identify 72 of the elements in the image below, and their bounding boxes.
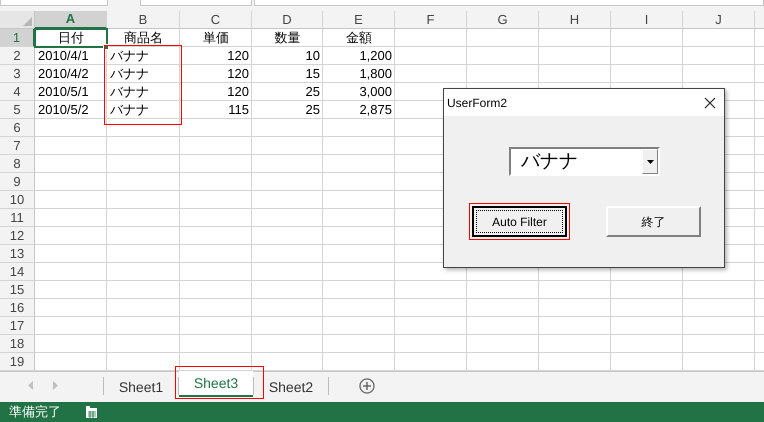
row-header[interactable]: 4 bbox=[0, 83, 35, 101]
table-cell[interactable]: 商品名 bbox=[107, 29, 180, 47]
column-header[interactable]: C bbox=[180, 11, 252, 29]
dialog-button[interactable]: 終了 bbox=[606, 206, 701, 237]
combo-box[interactable]: バナナ bbox=[509, 147, 660, 176]
table-cell[interactable]: バナナ bbox=[107, 101, 180, 119]
table-cell[interactable]: 120 bbox=[180, 65, 252, 83]
add-sheet-icon[interactable] bbox=[359, 378, 375, 394]
table-cell[interactable]: 120 bbox=[180, 83, 252, 101]
table-cell[interactable]: 15 bbox=[252, 65, 323, 83]
table-cell[interactable]: 1,800 bbox=[323, 65, 395, 83]
column-header[interactable]: H bbox=[539, 11, 611, 29]
status-text: 準備完了 bbox=[9, 403, 61, 422]
row-header[interactable]: 7 bbox=[0, 137, 35, 155]
window-title: UserForm2 bbox=[447, 94, 508, 112]
table-cell[interactable]: 1,200 bbox=[323, 47, 395, 65]
dropdown-arrow-icon[interactable] bbox=[646, 160, 654, 164]
table-cell[interactable]: 金額 bbox=[323, 29, 395, 47]
close-icon[interactable] bbox=[704, 96, 716, 108]
table-cell[interactable]: 2010/5/1 bbox=[35, 83, 107, 101]
row-header[interactable]: 18 bbox=[0, 335, 35, 353]
column-header[interactable]: B bbox=[107, 11, 180, 29]
row-header[interactable]: 11 bbox=[0, 209, 35, 227]
table-cell[interactable]: 2010/4/1 bbox=[35, 47, 107, 65]
dialog-button[interactable]: Auto Filter bbox=[472, 206, 567, 237]
table-cell[interactable]: 単価 bbox=[180, 29, 252, 47]
row-header[interactable]: 17 bbox=[0, 317, 35, 335]
table-cell[interactable]: 2010/5/2 bbox=[35, 101, 107, 119]
column-header[interactable]: J bbox=[683, 11, 755, 29]
table-cell[interactable]: バナナ bbox=[107, 65, 180, 83]
scroll-left-icon[interactable] bbox=[28, 381, 34, 390]
table-cell[interactable]: 25 bbox=[252, 83, 323, 101]
table-cell[interactable]: 日付 bbox=[35, 29, 107, 47]
row-header[interactable]: 16 bbox=[0, 299, 35, 317]
column-header[interactable]: I bbox=[611, 11, 683, 29]
sheet-tab[interactable]: Sheet2 bbox=[254, 374, 328, 400]
row-header[interactable]: 19 bbox=[0, 353, 35, 371]
row-header[interactable]: 14 bbox=[0, 263, 35, 281]
table-cell[interactable]: 2,875 bbox=[323, 101, 395, 119]
table-cell[interactable]: バナナ bbox=[107, 83, 180, 101]
table-cell[interactable]: バナナ bbox=[107, 47, 180, 65]
name-box[interactable] bbox=[0, 0, 108, 6]
row-header[interactable]: 1 bbox=[0, 29, 35, 47]
page-layout-icon[interactable] bbox=[85, 406, 98, 418]
table-cell[interactable]: 115 bbox=[180, 101, 252, 119]
table-cell[interactable]: 120 bbox=[180, 47, 252, 65]
row-header[interactable]: 15 bbox=[0, 281, 35, 299]
row-header[interactable]: 2 bbox=[0, 47, 35, 65]
row-header[interactable]: 9 bbox=[0, 173, 35, 191]
row-header[interactable]: 5 bbox=[0, 101, 35, 119]
column-header[interactable]: F bbox=[395, 11, 467, 29]
sheet-tab[interactable]: Sheet3 bbox=[179, 371, 253, 397]
row-header[interactable]: 6 bbox=[0, 119, 35, 137]
column-header[interactable]: A bbox=[35, 11, 107, 29]
sheet-tab[interactable]: Sheet1 bbox=[104, 374, 178, 400]
column-header[interactable]: E bbox=[323, 11, 395, 29]
table-cell[interactable]: 3,000 bbox=[323, 83, 395, 101]
table-cell[interactable]: 数量 bbox=[252, 29, 323, 47]
column-header[interactable]: G bbox=[467, 11, 539, 29]
row-header[interactable]: 3 bbox=[0, 65, 35, 83]
column-header[interactable] bbox=[755, 11, 764, 29]
formula-bar[interactable] bbox=[254, 0, 764, 6]
select-all-corner[interactable] bbox=[0, 11, 35, 29]
row-header[interactable]: 8 bbox=[0, 155, 35, 173]
table-cell[interactable]: 10 bbox=[252, 47, 323, 65]
row-header[interactable]: 13 bbox=[0, 245, 35, 263]
table-cell[interactable]: 25 bbox=[252, 101, 323, 119]
row-header[interactable]: 10 bbox=[0, 191, 35, 209]
row-header[interactable]: 12 bbox=[0, 227, 35, 245]
table-cell[interactable]: 2010/4/2 bbox=[35, 65, 107, 83]
scroll-right-icon[interactable] bbox=[52, 381, 58, 390]
column-header[interactable]: D bbox=[252, 11, 323, 29]
